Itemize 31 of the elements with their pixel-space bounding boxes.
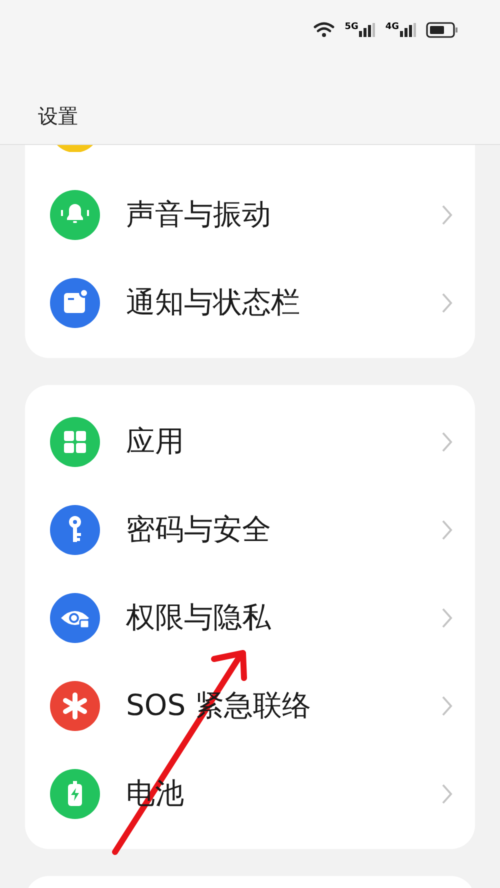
settings-row[interactable]: 声音与振动 (25, 171, 475, 259)
chevron-icon (441, 431, 453, 453)
row-label: 声音与振动 (126, 196, 272, 234)
signal-icon (400, 23, 416, 37)
row-label: 应用 (126, 423, 185, 460)
chevron-icon (441, 292, 453, 314)
signal-icon (359, 23, 376, 37)
eye-lock-icon (50, 593, 100, 643)
row-label: 通知与状态栏 (126, 284, 301, 322)
settings-row[interactable]: 应用 (25, 398, 475, 486)
battery-status-icon (426, 22, 458, 38)
chevron-icon (441, 607, 453, 629)
chevron-icon (441, 695, 453, 717)
row-label: 权限与隐私 (126, 599, 272, 636)
row-label: 密码与安全 (126, 511, 272, 548)
page-title: 设置 (38, 103, 78, 130)
settings-row[interactable]: 密码与安全 (25, 486, 475, 574)
settings-row[interactable]: 通知与状态栏 (25, 259, 475, 347)
notification-icon (50, 278, 100, 328)
bell-icon (50, 190, 100, 240)
chevron-icon (441, 519, 453, 541)
settings-row[interactable]: 权限与隐私 (25, 574, 475, 662)
network-label: 4G (385, 23, 399, 32)
grid-icon (50, 417, 100, 467)
key-icon (50, 505, 100, 555)
chevron-icon (441, 204, 453, 226)
battery-icon (50, 769, 100, 819)
chevron-icon (441, 783, 453, 805)
network-label: 5G (344, 23, 358, 32)
wifi-icon (312, 21, 335, 39)
asterisk-icon (50, 681, 100, 731)
